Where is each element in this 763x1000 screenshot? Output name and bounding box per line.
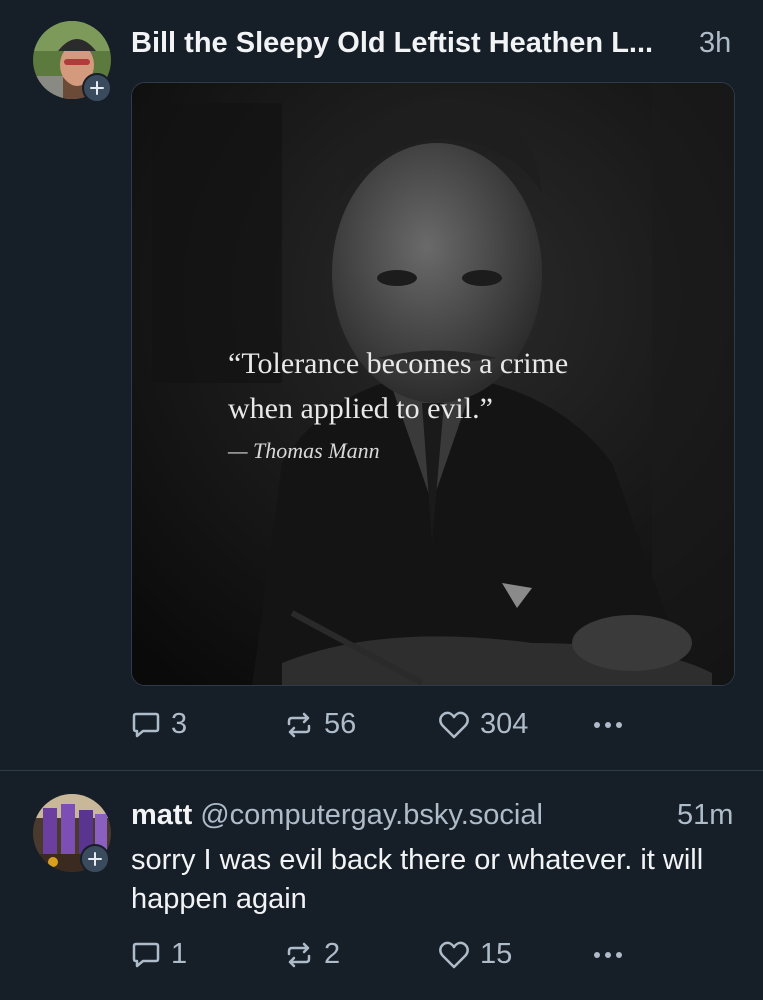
like-button[interactable]: 15: [438, 938, 512, 971]
post-matt[interactable]: matt @computergay.bsky.social 51m sorry I…: [0, 771, 763, 1000]
plus-icon: [88, 852, 102, 866]
handle[interactable]: @computergay.bsky.social: [200, 799, 543, 831]
quote-line: “Tolerance becomes a crime: [228, 347, 569, 380]
follow-button[interactable]: [82, 73, 112, 103]
reply-button[interactable]: 3: [131, 708, 187, 741]
reply-icon: [132, 942, 160, 967]
repost-button[interactable]: 56: [284, 708, 356, 741]
more-icon: [594, 722, 622, 728]
follow-button[interactable]: [80, 844, 110, 874]
display-name[interactable]: matt: [131, 799, 192, 831]
reply-count: 1: [171, 938, 188, 970]
like-count: 15: [480, 938, 513, 970]
like-count: 304: [480, 708, 529, 740]
reply-count: 3: [171, 708, 188, 740]
post-bill[interactable]: Bill the Sleepy Old Leftist Heathen L...…: [0, 0, 763, 770]
repost-count: 56: [324, 708, 357, 740]
more-options-button[interactable]: [591, 942, 625, 968]
repost-button[interactable]: 2: [284, 938, 340, 971]
repost-icon: [287, 712, 311, 737]
heart-icon: [439, 941, 469, 968]
timestamp[interactable]: 51m: [677, 799, 733, 832]
post-actions: 3 56 304: [131, 708, 735, 742]
more-icon: [594, 952, 622, 958]
reply-button[interactable]: 1: [131, 938, 187, 971]
display-name[interactable]: Bill the Sleepy Old Leftist Heathen L...: [131, 27, 653, 59]
post-actions: 1 2 15: [131, 938, 735, 972]
quote-text: “Tolerance becomes a crime when applied …: [228, 341, 568, 431]
reply-icon: [132, 712, 160, 737]
repost-icon: [287, 942, 311, 967]
author-line: matt @computergay.bsky.social: [131, 799, 543, 832]
plus-icon: [90, 81, 104, 95]
like-button[interactable]: 304: [438, 708, 528, 741]
post-text: sorry I was evil back there or whatever.…: [131, 844, 704, 915]
timestamp[interactable]: 3h: [699, 27, 731, 60]
repost-count: 2: [324, 938, 341, 970]
quote-attribution: — Thomas Mann: [228, 438, 380, 463]
author-line: Bill the Sleepy Old Leftist Heathen L...: [131, 27, 653, 60]
heart-icon: [439, 711, 469, 738]
quote-line: when applied to evil.”: [228, 392, 493, 425]
post-image[interactable]: “Tolerance becomes a crime when applied …: [131, 82, 735, 686]
more-options-button[interactable]: [591, 712, 625, 738]
